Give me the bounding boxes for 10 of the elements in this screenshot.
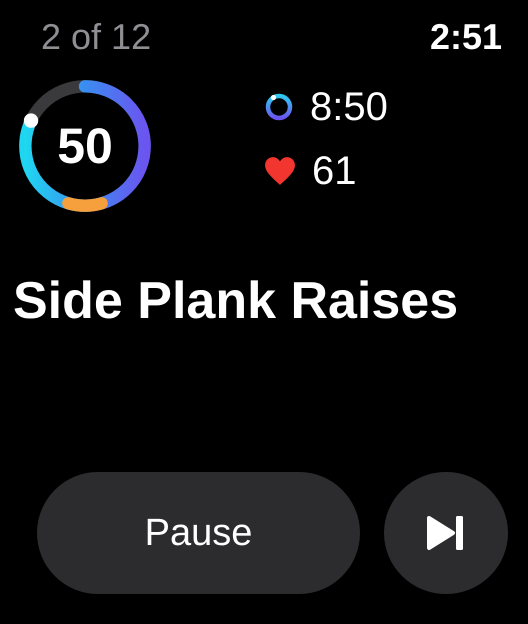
exercise-title: Side Plank Raises <box>12 271 460 332</box>
heart-icon <box>264 156 296 186</box>
elapsed-time: 8:50 <box>310 84 388 130</box>
timer-ring-icon <box>264 92 294 122</box>
clock-time: 2:51 <box>430 15 502 48</box>
heart-rate: 61 <box>312 148 356 194</box>
pause-button[interactable]: Pause <box>37 472 360 594</box>
skip-forward-icon <box>426 515 466 551</box>
rep-count: 50 <box>56 119 114 173</box>
set-counter: 2 of 12 <box>41 15 152 48</box>
